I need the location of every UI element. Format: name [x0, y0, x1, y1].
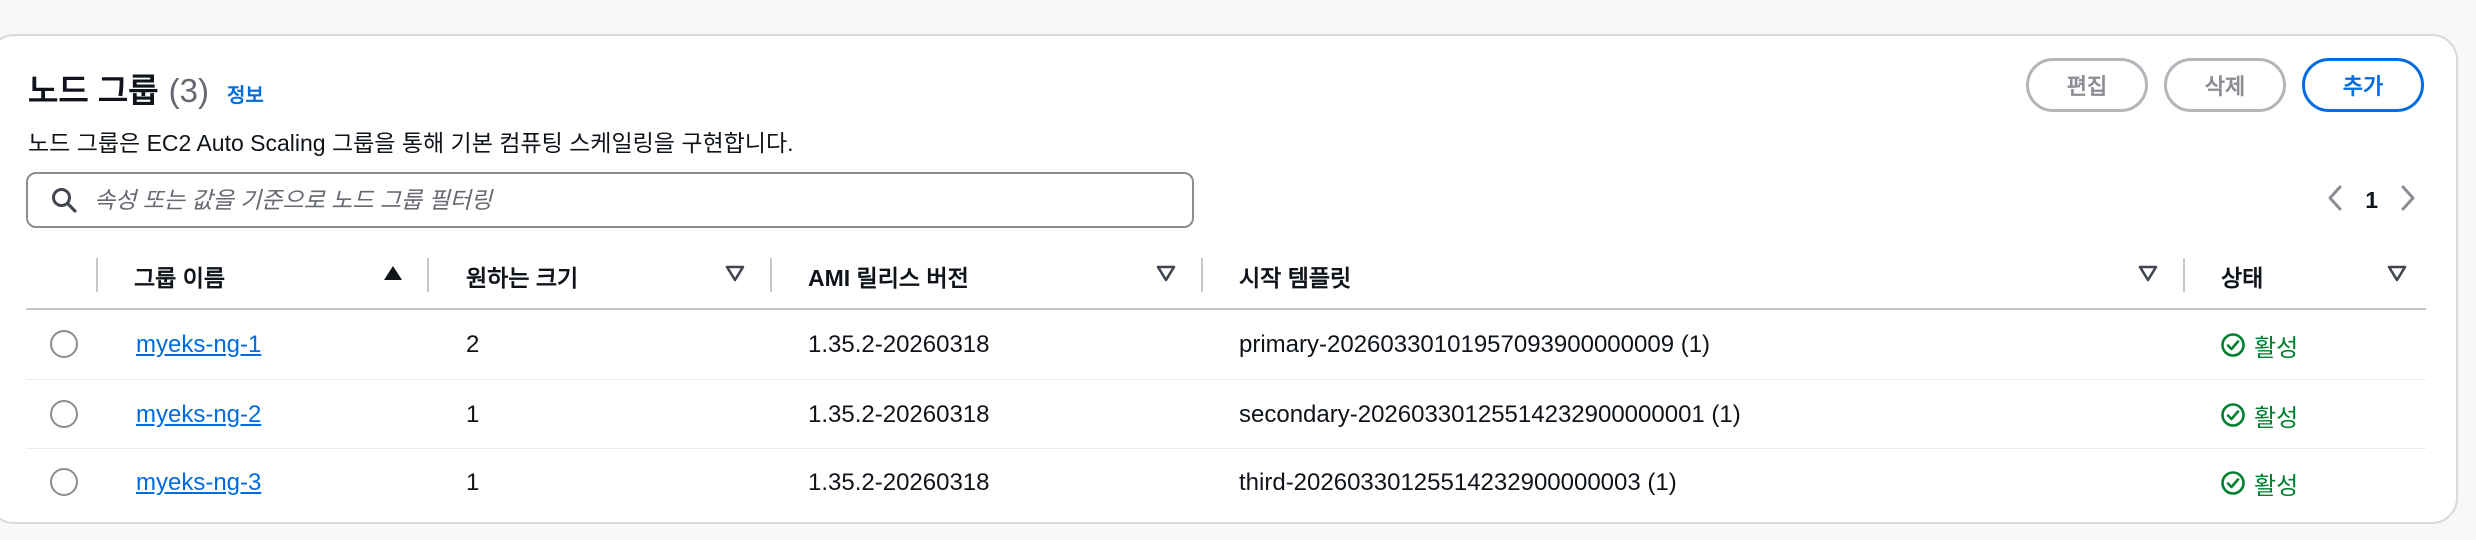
row-select-radio[interactable] [50, 468, 78, 496]
launch-template-cell: third-20260330125514232900000003 (1) [1239, 469, 1677, 496]
desired-size-cell: 1 [466, 401, 480, 428]
filter-search-box[interactable] [26, 172, 1194, 228]
sort-descending-outline-icon[interactable] [1155, 262, 1177, 284]
column-label: 시작 템플릿 [1239, 265, 1352, 291]
column-separator[interactable] [427, 258, 429, 292]
item-count: (3) [168, 72, 209, 109]
node-group-link[interactable]: myeks-ng-2 [136, 401, 261, 429]
header-actions: 편집 삭제 추가 [2026, 58, 2424, 112]
row-select-radio[interactable] [50, 330, 78, 358]
column-label: AMI 릴리스 버전 [808, 265, 969, 291]
sort-descending-outline-icon[interactable] [724, 262, 746, 284]
status-check-icon [2221, 333, 2245, 357]
node-group-link[interactable]: myeks-ng-1 [136, 331, 261, 359]
column-label: 상태 [2221, 265, 2264, 291]
row-select-radio[interactable] [50, 400, 78, 428]
status-cell: 활성 [2220, 380, 2298, 450]
sort-ascending-icon[interactable] [382, 262, 404, 284]
chevron-left-icon[interactable] [2327, 184, 2343, 217]
launch-template-cell: primary-20260330101957093900000009 (1) [1239, 331, 1711, 358]
node-group-link[interactable]: myeks-ng-3 [136, 469, 261, 497]
status-text: 활성 [2254, 472, 2299, 500]
status-text: 활성 [2254, 404, 2299, 432]
search-icon [52, 188, 77, 213]
column-header-launch-template[interactable]: 시작 템플릿 [1239, 254, 1351, 298]
desired-size-cell: 1 [466, 469, 480, 496]
status-text: 활성 [2254, 334, 2299, 362]
add-button[interactable]: 추가 [2302, 58, 2424, 112]
table-row: myeks-ng-1 2 1.35.2-20260318 primary-202… [0, 310, 2440, 380]
table-row: myeks-ng-3 1 1.35.2-20260318 third-20260… [0, 448, 2440, 518]
sort-descending-outline-icon[interactable] [2386, 262, 2408, 284]
ami-version-cell: 1.35.2-20260318 [808, 331, 990, 358]
column-header-group-name[interactable]: 그룹 이름 [134, 254, 225, 298]
chevron-right-icon[interactable] [2400, 184, 2416, 217]
filter-input[interactable] [92, 185, 1156, 215]
table-row: myeks-ng-2 1 1.35.2-20260318 secondary-2… [0, 380, 2440, 450]
panel-header: 노드 그룹 (3) 정보 [28, 64, 264, 112]
edit-button[interactable]: 편집 [2026, 58, 2148, 112]
status-check-icon [2221, 403, 2245, 427]
status-cell: 활성 [2220, 448, 2298, 518]
desired-size-cell: 2 [466, 331, 480, 358]
column-separator [96, 258, 98, 292]
info-link[interactable]: 정보 [227, 79, 264, 108]
page-title: 노드 그룹 [28, 72, 159, 109]
pagination: 1 [2327, 184, 2416, 217]
status-cell: 활성 [2220, 310, 2298, 380]
delete-button[interactable]: 삭제 [2164, 58, 2286, 112]
column-header-desired-size[interactable]: 원하는 크기 [466, 254, 578, 298]
panel-description: 노드 그룹은 EC2 Auto Scaling 그룹을 통해 기본 컴퓨팅 스케… [28, 130, 794, 156]
ami-version-cell: 1.35.2-20260318 [808, 469, 990, 496]
column-header-ami-version[interactable]: AMI 릴리스 버전 [808, 254, 969, 298]
ami-version-cell: 1.35.2-20260318 [808, 401, 990, 428]
column-label: 원하는 크기 [466, 265, 579, 291]
column-separator[interactable] [1201, 258, 1203, 292]
launch-template-cell: secondary-20260330125514232900000001 (1) [1239, 401, 1741, 428]
current-page[interactable]: 1 [2365, 187, 2378, 214]
column-header-status[interactable]: 상태 [2221, 254, 2263, 298]
column-separator[interactable] [770, 258, 772, 292]
sort-descending-outline-icon[interactable] [2137, 262, 2159, 284]
column-separator[interactable] [2183, 258, 2185, 292]
column-label: 그룹 이름 [134, 265, 226, 291]
status-check-icon [2221, 471, 2245, 495]
